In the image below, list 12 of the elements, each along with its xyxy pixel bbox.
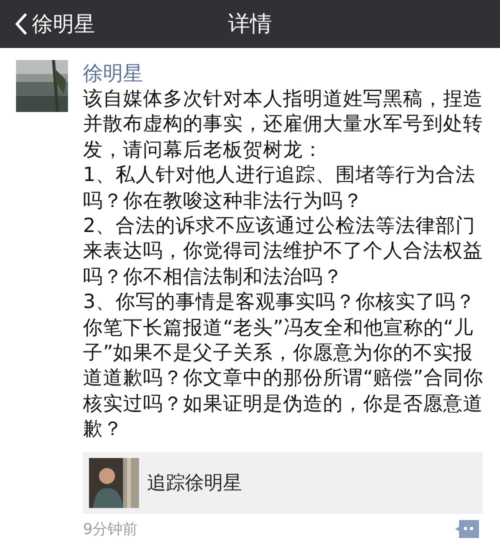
- post-paragraph: 3、你写的事情是客观事实吗？你核实了吗？你笔下长篇报道“老头”冯友全和他宣称的“儿子”如果不是父子关系，你愿意为你的不实报道道歉吗？你文章中的那份所谓“赔偿”合同你核实过吗？如果证明是伪造的，你是否愿意道歉？: [83, 289, 484, 442]
- link-card[interactable]: 追踪徐明星: [83, 452, 483, 514]
- back-button[interactable]: 徐明星: [0, 10, 95, 38]
- post-time: 9分钟前: [83, 520, 138, 539]
- post-paragraph: 2、合法的诉求不应该通过公检法等法律部门来表达吗，你觉得司法维护不了个人合法权益吗？你不相信法制和法治吗？: [83, 213, 484, 290]
- page-title: 详情: [228, 11, 272, 39]
- author-name[interactable]: 徐明星: [83, 60, 143, 86]
- link-title: 追踪徐明星: [147, 470, 242, 496]
- post-paragraph: 该自媒体多次针对本人指明道姓写黑稿，捏造并散布虚构的事实，还雇佣大量水军号到处转发，请问幕后老板贺树龙：: [83, 86, 484, 162]
- back-icon: [14, 12, 28, 36]
- post-paragraph: 1、私人针对他人进行追踪、围堵等行为合法吗？你在教唆这种非法行为吗？: [83, 162, 476, 214]
- comment-icon[interactable]: [455, 520, 479, 538]
